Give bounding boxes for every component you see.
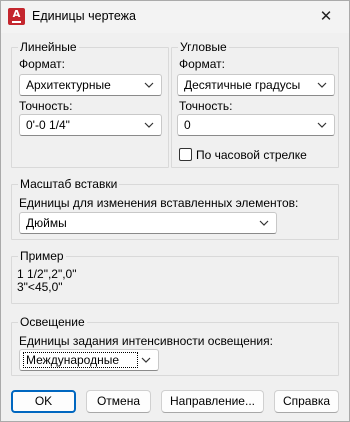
lighting-units-label: Единицы задания интенсивности освещения: [19,334,273,348]
ok-button[interactable]: OK [11,390,76,413]
linear-format-label: Формат: [19,57,65,71]
autocad-app-icon: A [8,8,25,25]
sample-line-1: 1 1/2",2",0" [17,267,77,281]
chevron-down-icon [317,82,327,88]
linear-legend: Линейные [18,40,79,54]
angular-format-value: Десятичные градусы [184,78,301,92]
drawing-units-dialog: A Единицы чертежа ✕ Линейные Формат: Арх… [0,0,350,422]
lighting-legend: Освещение [18,315,87,329]
angular-group: Угловые Формат: Десятичные градусы Точно… [171,40,339,168]
lighting-group: Освещение Единицы задания интенсивности … [11,315,339,376]
lighting-units-select[interactable]: Международные [19,349,159,371]
close-icon: ✕ [319,7,333,25]
angular-format-label: Формат: [179,57,225,71]
angular-precision-label: Точность: [179,99,233,113]
clockwise-checkbox[interactable] [179,148,192,161]
help-button[interactable]: Справка [274,390,339,413]
angular-format-select[interactable]: Десятичные градусы [177,74,335,96]
cancel-button[interactable]: Отмена [86,390,151,413]
linear-precision-select[interactable]: 0'-0 1/4" [19,114,162,136]
sample-legend: Пример [18,249,66,263]
close-button[interactable]: ✕ [303,1,349,33]
sample-group: Пример 1 1/2",2",0" 3"<45,0" [11,249,339,304]
insert-units-label: Единицы для изменения вставленных элемен… [19,196,299,210]
chevron-down-icon [317,122,327,128]
angular-precision-value: 0 [184,118,191,132]
title-bar: A Единицы чертежа ✕ [1,1,349,33]
lighting-units-value: Международные [26,353,120,367]
angular-legend: Угловые [178,40,229,54]
clockwise-label[interactable]: По часовой стрелке [196,148,307,162]
linear-group: Линейные Формат: Архитектурные Точность:… [11,40,169,168]
chevron-down-icon [144,82,154,88]
insert-scale-group: Масштаб вставки Единицы для изменения вс… [11,177,339,240]
linear-format-select[interactable]: Архитектурные [19,74,162,96]
direction-button[interactable]: Направление... [161,390,264,413]
chevron-down-icon [144,122,154,128]
chevron-down-icon [141,357,151,363]
sample-line-2: 3"<45,0" [17,280,63,294]
chevron-down-icon [259,220,269,226]
insert-scale-legend: Масштаб вставки [18,177,120,191]
linear-precision-value: 0'-0 1/4" [26,118,70,132]
linear-precision-label: Точность: [19,99,73,113]
insert-units-select[interactable]: Дюймы [19,212,277,234]
window-title: Единицы чертежа [32,9,136,23]
insert-units-value: Дюймы [26,216,67,230]
angular-precision-select[interactable]: 0 [177,114,335,136]
linear-format-value: Архитектурные [26,78,111,92]
